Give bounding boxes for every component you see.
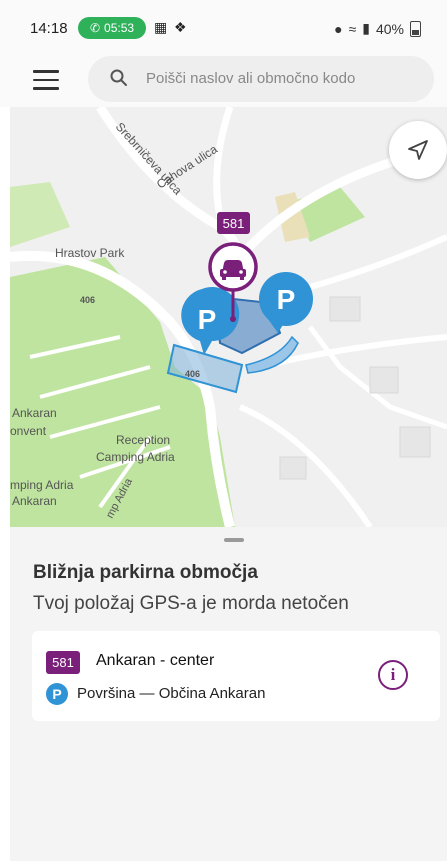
info-button[interactable]: i (378, 660, 408, 690)
search-placeholder: Poišči naslov ali območno kodo (146, 70, 356, 87)
street-label: Hrastov Park (55, 246, 125, 260)
navigation-arrow-icon (408, 140, 428, 160)
sheet-title: Bližnja parkirna območja (33, 562, 258, 583)
battery-percent: 40% (375, 20, 404, 37)
gps-warning-text: Tvoj položaj GPS-a je morda netočen (33, 593, 349, 614)
zone-code-label: 581 (223, 216, 245, 231)
call-timer: 05:53 (104, 21, 135, 35)
road-number-label: 406 (80, 295, 95, 305)
wifi-icon: ≈ (348, 20, 357, 37)
parking-marker-label: P (198, 304, 217, 335)
notification-icon: ▦ (154, 19, 168, 35)
parking-icon: P (46, 683, 68, 705)
parking-zone-card[interactable]: 581 Ankaran - center P Površina — Občina… (32, 631, 440, 721)
signal-icon: ▮ (362, 20, 370, 36)
menu-icon[interactable] (33, 70, 59, 90)
slack-icon: ❖ (174, 19, 187, 35)
top-bar: Poišči naslov ali območno kodo (0, 52, 447, 107)
phone-icon: ✆ (89, 21, 101, 35)
battery-icon (410, 20, 421, 37)
poi-label: onvent (10, 424, 47, 438)
map-view[interactable]: P P 581 Srebrničeva ulica Cahova ulica H… (10, 107, 447, 527)
road-number-label: 406 (185, 369, 200, 379)
status-time: 14:18 (30, 20, 68, 37)
bottom-sheet: Bližnja parkirna območja Tvoj položaj GP… (0, 527, 447, 861)
status-bar: 14:18 ✆ 05:53 ▦ ❖ ● ≈ ▮ 40% (0, 0, 447, 52)
info-icon: i (390, 665, 396, 684)
zone-name: Ankaran - center (96, 652, 215, 669)
poi-label: Reception (116, 433, 170, 447)
poi-label: Ankaran (12, 494, 57, 508)
ongoing-call-pill[interactable]: ✆ 05:53 (78, 17, 146, 39)
area-type: Površina — Občina Ankaran (77, 685, 266, 702)
poi-label: mping Adria (10, 478, 74, 492)
sheet-drag-handle[interactable] (224, 538, 244, 542)
search-input[interactable]: Poišči naslov ali območno kodo (88, 56, 434, 102)
search-icon (110, 69, 127, 86)
map-canvas[interactable]: P P 581 Srebrničeva ulica Cahova ulica H… (10, 107, 447, 527)
parking-marker-label: P (277, 284, 296, 315)
my-location-button[interactable] (389, 121, 447, 179)
zone-code-badge: 581 (46, 651, 80, 674)
poi-label: Ankaran (12, 406, 57, 420)
location-icon: ● (334, 20, 343, 37)
status-indicators: ● ≈ ▮ 40% (334, 20, 421, 37)
poi-label: Camping Adria (96, 450, 175, 464)
